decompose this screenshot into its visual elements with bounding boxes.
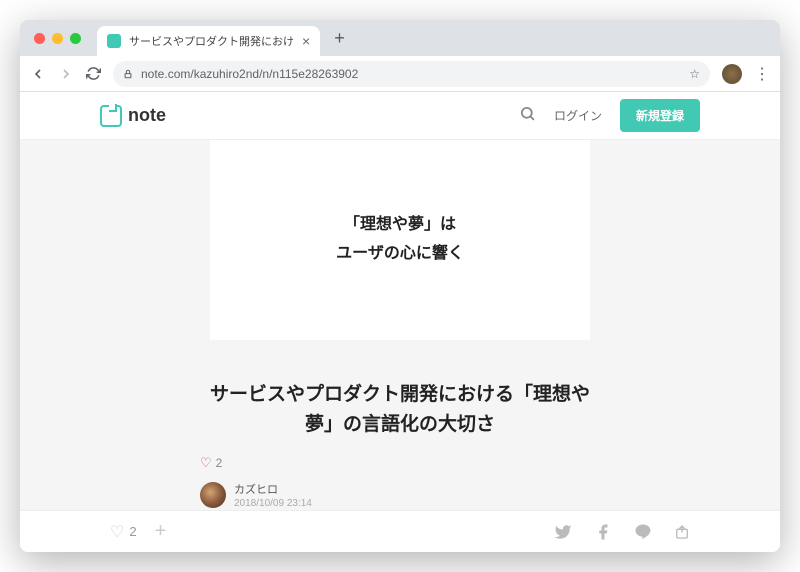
heart-outline-icon: ♡ <box>110 522 124 542</box>
address-bar[interactable]: note.com/kazuhiro2nd/n/n115e28263902 ☆ <box>113 61 710 87</box>
search-icon[interactable] <box>519 105 536 127</box>
twitter-icon[interactable] <box>554 523 572 541</box>
browser-menu-icon[interactable]: ⋮ <box>754 64 770 84</box>
facebook-icon[interactable] <box>594 523 612 541</box>
share-icon[interactable] <box>674 524 690 540</box>
author-info: カズヒロ 2018/10/09 23:14 <box>234 481 312 509</box>
like-count: 2 <box>216 456 223 470</box>
traffic-lights <box>28 33 81 44</box>
lock-icon <box>123 68 133 80</box>
site-logo[interactable]: note <box>100 105 166 127</box>
maximize-window-button[interactable] <box>70 33 81 44</box>
hero-line-2: ユーザの心に響く <box>336 240 464 269</box>
hero-line-1: 「理想や夢」は <box>344 211 456 240</box>
browser-tab[interactable]: サービスやプロダクト開発におけ × <box>97 26 320 56</box>
add-button[interactable]: + <box>155 520 167 543</box>
logo-icon <box>100 105 122 127</box>
article-title: サービスやプロダクト開発における「理想や夢」の言語化の大切さ <box>200 380 600 441</box>
bottom-like-count: 2 <box>129 524 136 539</box>
hero-image: 「理想や夢」は ユーザの心に響く <box>210 140 590 340</box>
browser-titlebar: サービスやプロダクト開発におけ × + <box>20 20 780 56</box>
forward-button[interactable] <box>58 66 74 82</box>
author-row[interactable]: カズヒロ 2018/10/09 23:14 <box>200 481 600 509</box>
back-button[interactable] <box>30 66 46 82</box>
close-window-button[interactable] <box>34 33 45 44</box>
tab-close-icon[interactable]: × <box>302 33 310 49</box>
line-icon[interactable] <box>634 523 652 541</box>
bookmark-star-icon[interactable]: ☆ <box>689 67 700 81</box>
header-actions: ログイン 新規登録 <box>519 99 700 132</box>
tab-title: サービスやプロダクト開発におけ <box>129 33 294 49</box>
author-name: カズヒロ <box>234 481 312 497</box>
bottom-action-bar: ♡ 2 + <box>20 510 780 552</box>
like-row[interactable]: ♡ 2 <box>200 455 600 471</box>
profile-avatar[interactable] <box>722 64 742 84</box>
tab-favicon <box>107 34 121 48</box>
login-link[interactable]: ログイン <box>554 107 602 124</box>
minimize-window-button[interactable] <box>52 33 63 44</box>
heart-icon: ♡ <box>200 455 212 471</box>
article-date: 2018/10/09 23:14 <box>234 498 312 509</box>
like-button[interactable]: ♡ 2 <box>110 522 137 542</box>
page-content: note ログイン 新規登録 「理想や夢」は ユーザの心に響く サービスやプロダ… <box>20 92 780 552</box>
browser-window: サービスやプロダクト開発におけ × + note.com/kazuhiro2nd… <box>20 20 780 552</box>
new-tab-button[interactable]: + <box>326 28 353 49</box>
author-avatar <box>200 482 226 508</box>
signup-button[interactable]: 新規登録 <box>620 99 700 132</box>
reload-button[interactable] <box>86 66 101 81</box>
browser-toolbar: note.com/kazuhiro2nd/n/n115e28263902 ☆ ⋮ <box>20 56 780 92</box>
url-text: note.com/kazuhiro2nd/n/n115e28263902 <box>141 67 681 81</box>
logo-text: note <box>128 105 166 126</box>
site-header: note ログイン 新規登録 <box>20 92 780 140</box>
